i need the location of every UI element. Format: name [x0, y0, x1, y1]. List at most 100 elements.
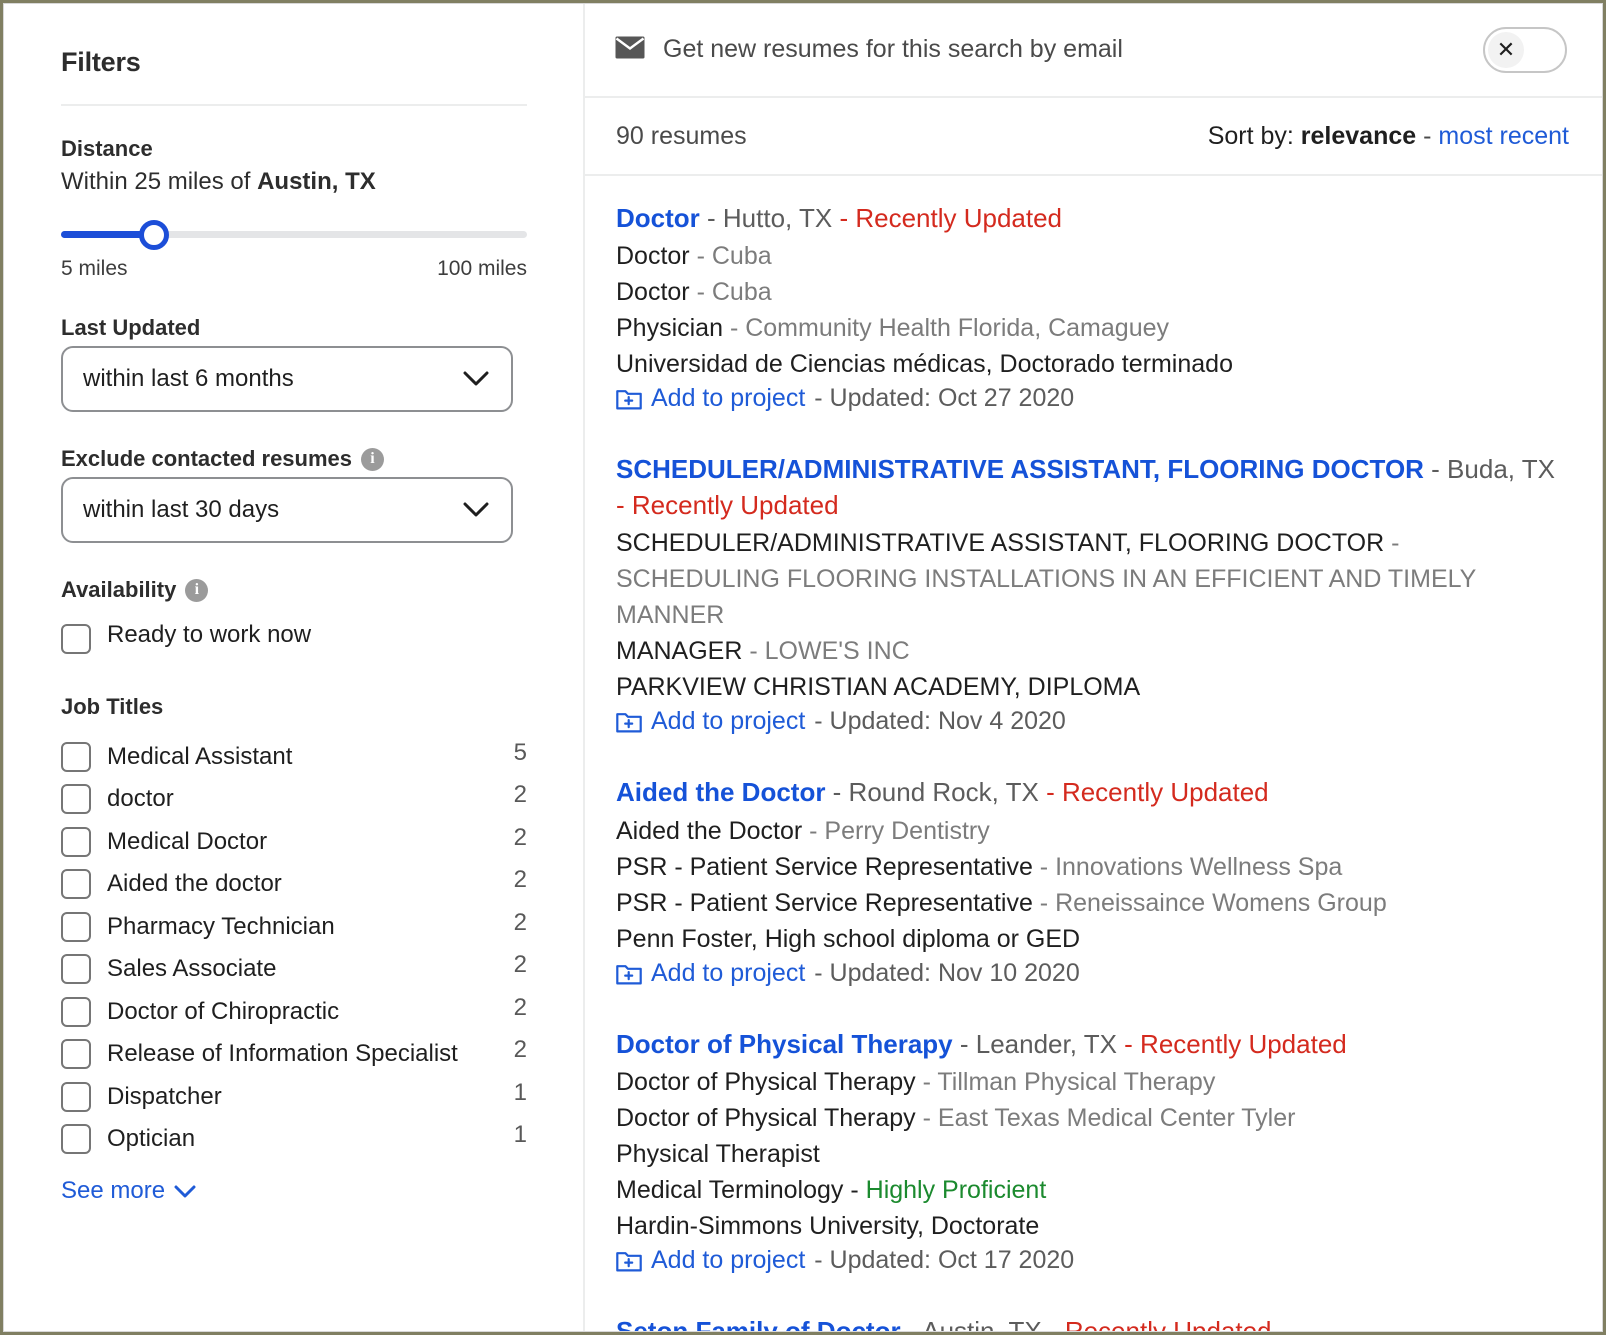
recently-updated-badge: - Recently Updated: [1117, 1029, 1347, 1059]
resume-detail-org: - Cuba: [690, 278, 772, 306]
resume-detail-role: PSR - Patient Service Representative: [616, 853, 1033, 881]
resume-detail-role: Doctor of Physical Therapy: [616, 1068, 916, 1096]
resume-detail-org: - Perry Dentistry: [802, 817, 990, 845]
resume-detail-org: - Innovations Wellness Spa: [1033, 853, 1342, 881]
distance-slider[interactable]: [61, 217, 527, 251]
job-title-option[interactable]: Release of Information Specialist 2: [61, 1033, 527, 1075]
job-title-label: Optician: [107, 1121, 489, 1157]
checkbox[interactable]: [61, 869, 91, 899]
resume-header: Doctor - Hutto, TX - Recently Updated: [616, 200, 1569, 236]
checkbox[interactable]: [61, 827, 91, 857]
sort-controls: Sort by: relevance - most recent: [1208, 122, 1569, 151]
slider-min-label: 5 miles: [61, 257, 128, 281]
job-title-label: Pharmacy Technician: [107, 909, 489, 945]
exclude-contacted-select[interactable]: within last 30 days: [61, 477, 513, 543]
folder-plus-icon: [616, 962, 642, 985]
job-title-count: 2: [505, 1036, 527, 1064]
add-to-project-link[interactable]: Add to project: [651, 707, 805, 736]
job-title-option[interactable]: Medical Doctor 2: [61, 821, 527, 863]
job-title-option[interactable]: doctor 2: [61, 778, 527, 820]
resume-title-link[interactable]: Doctor of Physical Therapy: [616, 1029, 953, 1059]
add-to-project-link[interactable]: Add to project: [651, 959, 805, 988]
job-title-label: Doctor of Chiropractic: [107, 994, 489, 1030]
email-alert-text: Get new resumes for this search by email: [663, 35, 1483, 64]
add-to-project-link[interactable]: Add to project: [651, 384, 805, 413]
folder-plus-icon: [616, 710, 642, 733]
recently-updated-badge: - Recently Updated: [832, 203, 1062, 233]
resume-detail-role: Universidad de Ciencias médicas, Doctora…: [616, 350, 1233, 378]
slider-thumb[interactable]: [139, 220, 169, 250]
info-icon[interactable]: i: [185, 579, 208, 602]
resume-title-link[interactable]: SCHEDULER/ADMINISTRATIVE ASSISTANT, FLOO…: [616, 454, 1424, 484]
resume-detail-role: SCHEDULER/ADMINISTRATIVE ASSISTANT, FLOO…: [616, 529, 1384, 557]
job-title-count: 2: [505, 994, 527, 1022]
job-title-count: 2: [505, 824, 527, 852]
checkbox[interactable]: [61, 954, 91, 984]
results-panel: Get new resumes for this search by email…: [585, 3, 1603, 1332]
job-title-count: 2: [505, 781, 527, 809]
last-updated-select[interactable]: within last 6 months: [61, 346, 513, 412]
sort-prefix: Sort by:: [1208, 122, 1301, 150]
availability-filter: Availability i Ready to work now: [61, 577, 527, 658]
email-alert-toggle[interactable]: ✕: [1483, 27, 1567, 73]
resume-detail-org: - Reneissaince Womens Group: [1033, 889, 1387, 917]
resume-detail-role: Aided the Doctor: [616, 817, 802, 845]
last-updated-filter: Last Updated within last 6 months: [61, 315, 527, 412]
see-more-button[interactable]: See more: [61, 1177, 196, 1205]
exclude-contacted-label: Exclude contacted resumes i: [61, 446, 527, 472]
recently-updated-badge: - Recently Updated: [616, 490, 839, 520]
resume-detail-org: - LOWE'S INC: [742, 637, 909, 665]
info-icon[interactable]: i: [361, 448, 384, 471]
job-title-option[interactable]: Sales Associate2: [61, 948, 527, 990]
checkbox[interactable]: [61, 742, 91, 772]
resume-detail-role: Doctor: [616, 242, 690, 270]
checkbox[interactable]: [61, 1039, 91, 1069]
checkbox[interactable]: [61, 624, 91, 654]
resume-detail-line: PARKVIEW CHRISTIAN ACADEMY, DIPLOMA: [616, 669, 1569, 705]
checkbox[interactable]: [61, 912, 91, 942]
resume-detail-role: Penn Foster, High school diploma or GED: [616, 925, 1080, 953]
resume-updated-date: - Updated: Oct 17 2020: [814, 1246, 1074, 1275]
see-more-label: See more: [61, 1177, 165, 1205]
resume-title-link[interactable]: Aided the Doctor: [616, 777, 825, 807]
availability-option-label: Ready to work now: [107, 621, 311, 649]
job-title-label: doctor: [107, 781, 489, 817]
job-titles-label: Job Titles: [61, 694, 527, 720]
checkbox[interactable]: [61, 1082, 91, 1112]
availability-option-ready-to-work[interactable]: Ready to work now: [61, 617, 527, 658]
job-title-option[interactable]: Dispatcher1: [61, 1076, 527, 1118]
checkbox[interactable]: [61, 784, 91, 814]
add-to-project-row: Add to project - Updated: Nov 10 2020: [616, 959, 1569, 988]
results-count-bar: 90 resumes Sort by: relevance - most rec…: [585, 98, 1603, 176]
resume-header: Seton Family of Doctor - Austin, TX - Re…: [616, 1313, 1569, 1332]
job-title-option[interactable]: Aided the doctor2: [61, 863, 527, 905]
sort-active: relevance: [1301, 122, 1416, 150]
add-to-project-row: Add to project - Updated: Oct 27 2020: [616, 384, 1569, 413]
resume-detail-role: PSR - Patient Service Representative: [616, 889, 1033, 917]
divider: [61, 104, 527, 106]
resume-updated-date: - Updated: Oct 27 2020: [814, 384, 1074, 413]
job-title-option[interactable]: Optician1: [61, 1118, 527, 1160]
checkbox[interactable]: [61, 1124, 91, 1154]
sort-most-recent-link[interactable]: most recent: [1438, 122, 1569, 150]
resume-detail-line: Hardin-Simmons University, Doctorate: [616, 1208, 1569, 1244]
resume-title-link[interactable]: Doctor: [616, 203, 700, 233]
distance-filter: Distance Within 25 miles of Austin, TX 5…: [61, 136, 527, 281]
resume-result: Seton Family of Doctor - Austin, TX - Re…: [616, 1313, 1569, 1332]
add-to-project-link[interactable]: Add to project: [651, 1246, 805, 1275]
resume-detail-role: PARKVIEW CHRISTIAN ACADEMY, DIPLOMA: [616, 673, 1140, 701]
job-title-option[interactable]: Pharmacy Technician 2: [61, 906, 527, 948]
job-title-option[interactable]: Doctor of Chiropractic 2: [61, 991, 527, 1033]
add-to-project-row: Add to project - Updated: Nov 4 2020: [616, 707, 1569, 736]
job-title-option[interactable]: Medical Assistant5: [61, 736, 527, 778]
last-updated-label: Last Updated: [61, 315, 527, 341]
resume-location: - Buda, TX: [1424, 454, 1555, 484]
checkbox[interactable]: [61, 997, 91, 1027]
job-title-label: Medical Doctor: [107, 824, 489, 860]
availability-label: Availability i: [61, 577, 527, 603]
job-title-count: 2: [505, 909, 527, 937]
distance-location: Austin, TX: [257, 168, 376, 195]
resume-title-link[interactable]: Seton Family of Doctor: [616, 1316, 901, 1332]
resume-detail-line: Medical Terminology - Highly Proficient: [616, 1172, 1569, 1208]
job-title-label: Release of Information Specialist: [107, 1036, 489, 1072]
